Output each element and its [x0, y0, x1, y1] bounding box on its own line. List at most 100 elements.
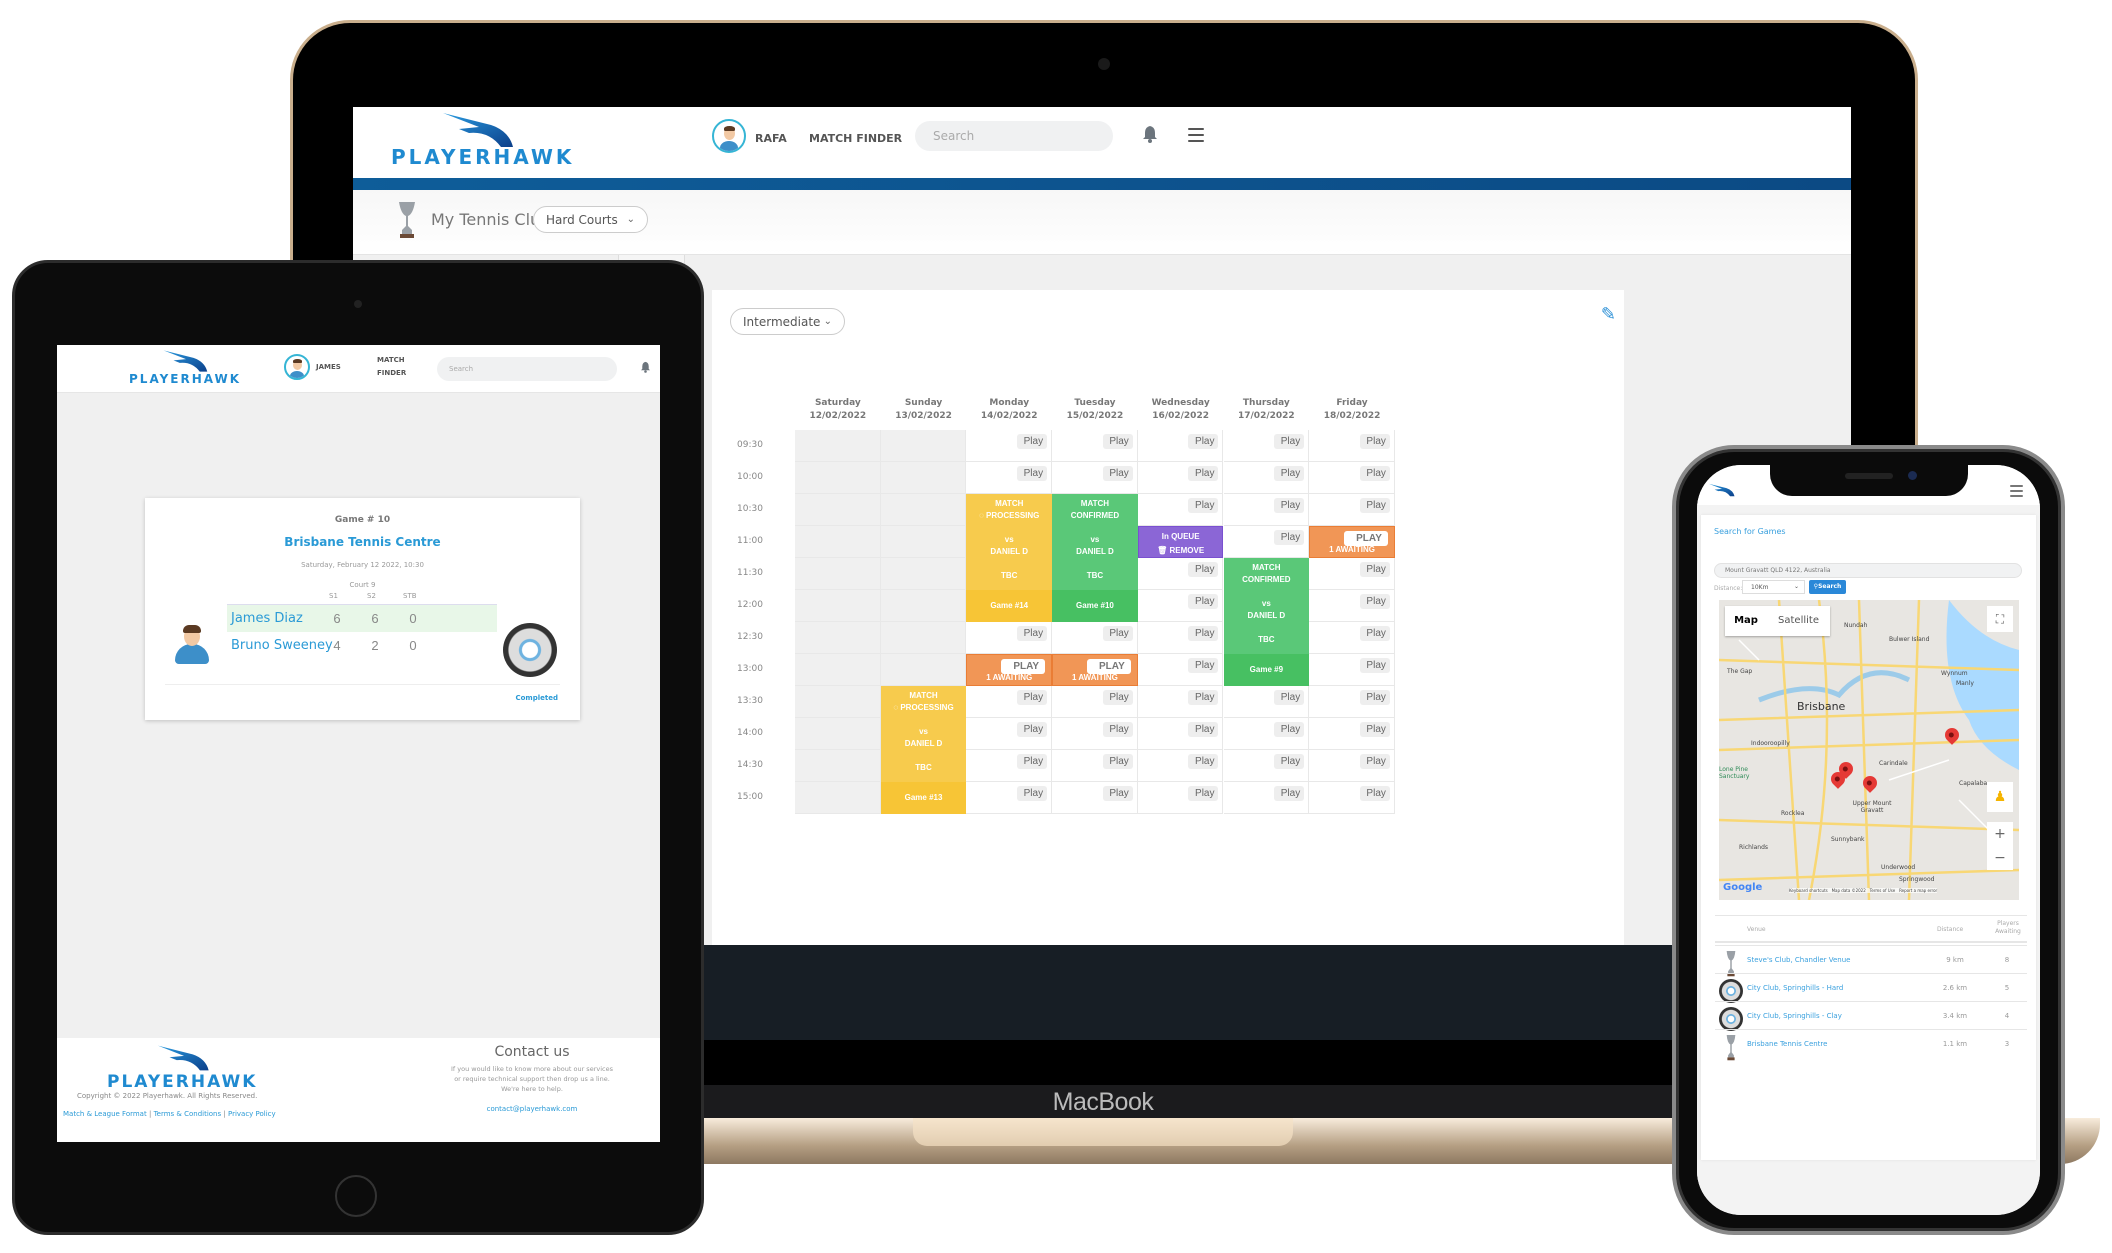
- game-number-label[interactable]: Game #13: [880, 782, 967, 814]
- play-button[interactable]: Play: [1188, 722, 1219, 737]
- edit-icon[interactable]: ✎: [1601, 304, 1616, 325]
- play-button[interactable]: Play: [1102, 466, 1133, 481]
- play-button[interactable]: Play: [1359, 594, 1390, 609]
- calendar-cell[interactable]: Play: [966, 750, 1053, 782]
- play-button[interactable]: Play: [1188, 594, 1219, 609]
- calendar-cell[interactable]: Play: [1052, 622, 1138, 654]
- venue-link[interactable]: Brisbane Tennis Centre: [1747, 1040, 1827, 1048]
- user-avatar[interactable]: [284, 354, 310, 380]
- booking-event[interactable]: MATCH CONFIRMED vs DANIEL D TBC Game #9: [1223, 558, 1310, 686]
- player-name-link[interactable]: Bruno Sweeney: [231, 638, 333, 653]
- play-button[interactable]: Play: [1359, 722, 1390, 737]
- calendar-cell[interactable]: Play: [1223, 494, 1310, 526]
- game-number-label[interactable]: Game #10: [1052, 590, 1138, 622]
- calendar-cell[interactable]: Play: [966, 686, 1053, 718]
- calendar-cell[interactable]: Play: [1223, 686, 1310, 718]
- calendar-cell[interactable]: Play: [966, 782, 1053, 814]
- playerhawk-logo[interactable]: PLAYERHAWK: [391, 111, 571, 175]
- search-button[interactable]: ⚲Search: [1809, 580, 1846, 594]
- calendar-cell[interactable]: Play: [966, 718, 1053, 750]
- menu-icon[interactable]: [1188, 128, 1204, 142]
- level-select[interactable]: Intermediate ⌄: [730, 308, 845, 335]
- play-button[interactable]: Play: [1017, 434, 1048, 449]
- play-button[interactable]: Play: [1017, 690, 1048, 705]
- calendar-cell[interactable]: Play: [1309, 590, 1395, 622]
- calendar-cell[interactable]: Play: [1052, 686, 1138, 718]
- play-button[interactable]: Play: [1274, 530, 1305, 545]
- play-button[interactable]: Play: [1017, 626, 1048, 641]
- calendar-cell[interactable]: Play: [1052, 430, 1138, 462]
- calendar-cell[interactable]: Play: [1223, 526, 1310, 558]
- play-button[interactable]: Play: [1274, 434, 1305, 449]
- booking-event[interactable]: PLAY 1 AWAITING: [1052, 654, 1138, 686]
- venue-row[interactable]: Steve's Club, Chandler Venue 9 km 8: [1715, 945, 2027, 977]
- street-view-pegman-icon[interactable]: ♟: [1987, 782, 2013, 812]
- calendar-cell[interactable]: Play: [1309, 686, 1395, 718]
- play-button[interactable]: Play: [1017, 722, 1048, 737]
- calendar-cell[interactable]: Play: [1137, 654, 1224, 686]
- venue-map[interactable]: Map Satellite ⛶ Brisbane Nundah Bulwer I…: [1719, 600, 2019, 900]
- calendar-cell[interactable]: Play: [1137, 782, 1224, 814]
- play-button[interactable]: Play: [1188, 562, 1219, 577]
- calendar-cell[interactable]: Play: [1052, 750, 1138, 782]
- player-name-link[interactable]: James Diaz: [231, 611, 303, 626]
- play-button[interactable]: Play: [1188, 498, 1219, 513]
- venue-row[interactable]: Brisbane Tennis Centre 1.1 km 3: [1715, 1029, 2027, 1061]
- venue-row[interactable]: City Club, Springhills - Clay 3.4 km 4: [1715, 1001, 2027, 1031]
- calendar-cell[interactable]: Play: [1137, 590, 1224, 622]
- play-button[interactable]: Play: [1188, 626, 1219, 641]
- playerhawk-logo[interactable]: PLAYERHAWK: [129, 349, 259, 389]
- calendar-cell[interactable]: Play: [966, 430, 1053, 462]
- play-button[interactable]: Play: [1359, 690, 1390, 705]
- user-name-link[interactable]: JAMES: [316, 363, 341, 371]
- calendar-cell[interactable]: Play: [1137, 494, 1224, 526]
- keyboard-shortcuts-link[interactable]: Keyboard shortcuts: [1789, 888, 1828, 893]
- play-button[interactable]: Play: [1359, 562, 1390, 577]
- calendar-cell[interactable]: Play: [966, 622, 1053, 654]
- play-button[interactable]: Play: [1359, 754, 1390, 769]
- play-button[interactable]: Play: [1017, 754, 1048, 769]
- play-button[interactable]: Play: [1017, 466, 1048, 481]
- game-number-label[interactable]: Game #14: [966, 590, 1053, 622]
- play-button[interactable]: Play: [1274, 754, 1305, 769]
- game-number-label[interactable]: Game #9: [1223, 654, 1310, 686]
- play-button[interactable]: Play: [1359, 786, 1390, 801]
- play-button[interactable]: Play: [1274, 786, 1305, 801]
- calendar-cell[interactable]: Play: [1309, 718, 1395, 750]
- calendar-cell[interactable]: Play: [1052, 718, 1138, 750]
- play-button[interactable]: Play: [1102, 434, 1133, 449]
- venue-link[interactable]: City Club, Springhills - Hard: [1747, 984, 1843, 992]
- calendar-cell[interactable]: Play: [1309, 430, 1395, 462]
- play-button[interactable]: Play: [1102, 754, 1133, 769]
- hawk-wing-icon[interactable]: [1707, 483, 1737, 497]
- calendar-cell[interactable]: Play: [1137, 750, 1224, 782]
- play-button[interactable]: Play: [1017, 786, 1048, 801]
- location-input[interactable]: Mount Gravatt QLD 4122, Australia: [1714, 563, 2022, 578]
- booking-event[interactable]: MATCH CONFIRMED vs DANIEL D TBC Game #10: [1052, 494, 1138, 622]
- calendar-cell[interactable]: Play: [1309, 558, 1395, 590]
- booking-event[interactable]: PLAY 1 AWAITING: [966, 654, 1053, 686]
- contact-email-link[interactable]: contact@playerhawk.com: [417, 1105, 647, 1113]
- calendar-cell[interactable]: Play: [1137, 718, 1224, 750]
- booking-event[interactable]: MATCH ◌ PROCESSING vs DANIEL D TBC Game #14: [966, 494, 1053, 622]
- calendar-cell[interactable]: Play: [1223, 462, 1310, 494]
- calendar-cell[interactable]: Play: [1309, 494, 1395, 526]
- play-button[interactable]: Play: [1188, 690, 1219, 705]
- play-button[interactable]: Play: [1102, 690, 1133, 705]
- booking-event[interactable]: PLAY 1 AWAITING: [1309, 526, 1395, 558]
- calendar-cell[interactable]: Play: [1309, 654, 1395, 686]
- venue-link[interactable]: Steve's Club, Chandler Venue: [1747, 956, 1850, 964]
- calendar-cell[interactable]: Play: [1309, 750, 1395, 782]
- menu-icon[interactable]: [2010, 485, 2023, 497]
- privacy-link[interactable]: Privacy Policy: [228, 1110, 276, 1118]
- calendar-cell[interactable]: Play: [1223, 430, 1310, 462]
- calendar-cell[interactable]: Play: [1223, 782, 1310, 814]
- map-type-satellite[interactable]: Satellite: [1767, 606, 1830, 636]
- play-button[interactable]: Play: [1274, 690, 1305, 705]
- report-map-error-link[interactable]: Report a map error: [1899, 888, 1937, 893]
- play-button[interactable]: Play: [1102, 786, 1133, 801]
- distance-select[interactable]: 10Km ⌄: [1742, 580, 1805, 594]
- fullscreen-icon[interactable]: ⛶: [1987, 606, 2013, 632]
- bell-icon[interactable]: [1143, 125, 1157, 143]
- play-button[interactable]: Play: [1359, 658, 1390, 673]
